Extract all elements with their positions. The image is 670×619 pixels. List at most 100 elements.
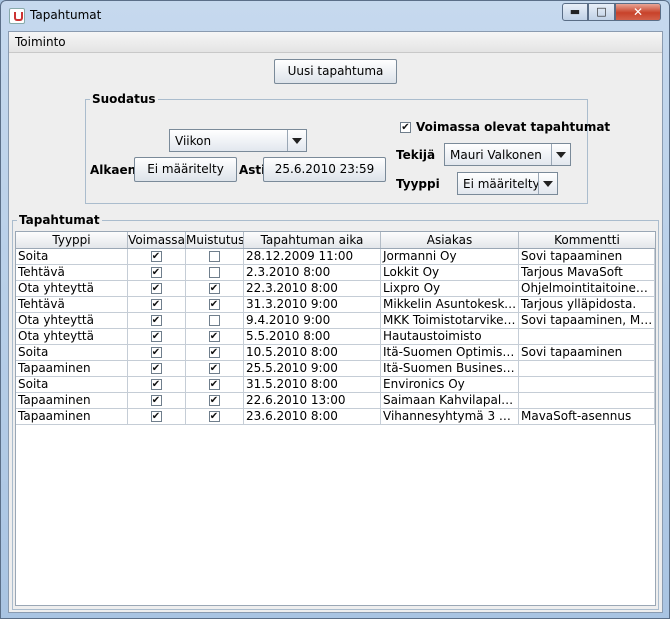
- cell-reminder[interactable]: ✔: [186, 393, 244, 409]
- cell-active[interactable]: ✔: [128, 297, 186, 313]
- reminder-checkbox[interactable]: [208, 251, 220, 262]
- table-row[interactable]: Tehtävä ✔ 2.3.2010 8:00 Lokkit Oy Tarjous Ma…: [16, 265, 655, 281]
- cell-active[interactable]: ✔: [128, 393, 186, 409]
- cell-type[interactable]: Soita: [16, 345, 128, 361]
- table-row[interactable]: Soita ✔ 28.12.2009 11:00 Jormanni Oy Sovi ta…: [16, 249, 655, 265]
- column-header-customer[interactable]: Asiakas: [381, 232, 519, 248]
- cell-customer[interactable]: Hautaustoimisto: [381, 329, 519, 345]
- cell-customer[interactable]: Mikkelin Asuntokeskus...: [381, 297, 519, 313]
- cell-customer[interactable]: Jormanni Oy: [381, 249, 519, 265]
- cell-time[interactable]: 22.3.2010 8:00: [244, 281, 381, 297]
- cell-type[interactable]: Tehtävä: [16, 297, 128, 313]
- close-button[interactable]: ✕: [615, 3, 661, 21]
- column-header-type[interactable]: Tyyppi: [16, 232, 128, 248]
- cell-reminder[interactable]: [186, 249, 244, 265]
- cell-time[interactable]: 25.5.2010 9:00: [244, 361, 381, 377]
- cell-active[interactable]: ✔: [128, 265, 186, 281]
- cell-type[interactable]: Ota yhteyttä: [16, 281, 128, 297]
- table-row[interactable]: Soita ✔ ✔ 10.5.2010 8:00 Itä-Suomen Optimisä…: [16, 345, 655, 361]
- cell-comment[interactable]: Tarjous ylläpidosta.: [519, 297, 655, 313]
- cell-time[interactable]: 22.6.2010 13:00: [244, 393, 381, 409]
- events-table[interactable]: Tyyppi Voimassa Muistutus Tapahtuman aik…: [15, 231, 656, 606]
- cell-active[interactable]: ✔: [128, 377, 186, 393]
- cell-time[interactable]: 2.3.2010 8:00: [244, 265, 381, 281]
- cell-time[interactable]: 10.5.2010 8:00: [244, 345, 381, 361]
- active-checkbox[interactable]: ✔: [150, 411, 162, 422]
- column-header-reminder[interactable]: Muistutus: [186, 232, 244, 248]
- cell-active[interactable]: ✔: [128, 409, 186, 425]
- to-date-button[interactable]: 25.6.2010 23:59: [263, 157, 386, 182]
- cell-reminder[interactable]: ✔: [186, 329, 244, 345]
- cell-time[interactable]: 9.4.2010 9:00: [244, 313, 381, 329]
- cell-comment[interactable]: MavaSoft-asennus: [519, 409, 655, 425]
- reminder-checkbox[interactable]: ✔: [208, 299, 220, 310]
- reminder-checkbox[interactable]: ✔: [208, 347, 220, 358]
- active-checkbox[interactable]: ✔: [150, 283, 162, 294]
- cell-comment[interactable]: Sovi tapaaminen, Mav...: [519, 313, 655, 329]
- chevron-down-icon[interactable]: [551, 144, 570, 165]
- title-bar[interactable]: Tapahtumat ▬ □ ✕: [1, 1, 669, 29]
- table-row[interactable]: Ota yhteyttä ✔ 9.4.2010 9:00 MKK Toimistota…: [16, 313, 655, 329]
- menu-toiminto[interactable]: Toiminto: [15, 35, 66, 49]
- cell-reminder[interactable]: ✔: [186, 281, 244, 297]
- reminder-checkbox[interactable]: ✔: [208, 283, 220, 294]
- cell-time[interactable]: 31.5.2010 8:00: [244, 377, 381, 393]
- cell-comment[interactable]: Tarjous MavaSoft: [519, 265, 655, 281]
- reminder-checkbox[interactable]: ✔: [208, 379, 220, 390]
- cell-type[interactable]: Tapaaminen: [16, 393, 128, 409]
- cell-customer[interactable]: Itä-Suomen Optimisää...: [381, 345, 519, 361]
- cell-comment[interactable]: Sovi tapaaminen: [519, 249, 655, 265]
- reminder-checkbox[interactable]: ✔: [208, 411, 220, 422]
- active-checkbox[interactable]: ✔: [150, 315, 162, 326]
- cell-active[interactable]: ✔: [128, 249, 186, 265]
- cell-active[interactable]: ✔: [128, 361, 186, 377]
- cell-type[interactable]: Tapaaminen: [16, 409, 128, 425]
- active-checkbox[interactable]: ✔: [150, 299, 162, 310]
- cell-reminder[interactable]: ✔: [186, 361, 244, 377]
- active-checkbox[interactable]: ✔: [150, 379, 162, 390]
- cell-reminder[interactable]: ✔: [186, 377, 244, 393]
- cell-type[interactable]: Soita: [16, 249, 128, 265]
- table-row[interactable]: Tapaaminen ✔ ✔ 22.6.2010 13:00 Saimaan Kahvi…: [16, 393, 655, 409]
- cell-reminder[interactable]: ✔: [186, 409, 244, 425]
- column-header-active[interactable]: Voimassa: [128, 232, 186, 248]
- new-event-button[interactable]: Uusi tapahtuma: [274, 59, 397, 84]
- cell-comment[interactable]: [519, 393, 655, 409]
- cell-type[interactable]: Tapaaminen: [16, 361, 128, 377]
- table-row[interactable]: Soita ✔ ✔ 31.5.2010 8:00 Environics Oy: [16, 377, 655, 393]
- doer-combo[interactable]: Mauri Valkonen: [444, 143, 571, 166]
- cell-customer[interactable]: Lokkit Oy: [381, 265, 519, 281]
- reminder-checkbox[interactable]: ✔: [208, 331, 220, 342]
- reminder-checkbox[interactable]: [208, 315, 220, 326]
- cell-reminder[interactable]: [186, 313, 244, 329]
- cell-reminder[interactable]: ✔: [186, 345, 244, 361]
- from-date-button[interactable]: Ei määritelty: [134, 157, 237, 182]
- table-row[interactable]: Ota yhteyttä ✔ ✔ 5.5.2010 8:00 Hautaustoimis…: [16, 329, 655, 345]
- cell-time[interactable]: 5.5.2010 8:00: [244, 329, 381, 345]
- cell-customer[interactable]: Vihannesyhtymä 3 T Oy: [381, 409, 519, 425]
- cell-active[interactable]: ✔: [128, 345, 186, 361]
- cell-customer[interactable]: Environics Oy: [381, 377, 519, 393]
- cell-type[interactable]: Ota yhteyttä: [16, 313, 128, 329]
- column-header-comment[interactable]: Kommentti: [519, 232, 655, 248]
- table-row[interactable]: Tapaaminen ✔ ✔ 23.6.2010 8:00 Vihannesyhtymä…: [16, 409, 655, 425]
- maximize-button[interactable]: □: [588, 3, 615, 21]
- cell-reminder[interactable]: ✔: [186, 297, 244, 313]
- cell-time[interactable]: 23.6.2010 8:00: [244, 409, 381, 425]
- active-checkbox[interactable]: ✔: [150, 395, 162, 406]
- active-checkbox[interactable]: ✔: [150, 363, 162, 374]
- active-checkbox[interactable]: ✔: [150, 331, 162, 342]
- cell-comment[interactable]: [519, 329, 655, 345]
- table-row[interactable]: Ota yhteyttä ✔ ✔ 22.3.2010 8:00 Lixpro Oy Ohj…: [16, 281, 655, 297]
- cell-comment[interactable]: Ohjelmointitaitoinen k...: [519, 281, 655, 297]
- cell-customer[interactable]: MKK Toimistotarvike Oy: [381, 313, 519, 329]
- active-events-checkbox[interactable]: ✔: [400, 122, 411, 133]
- reminder-checkbox[interactable]: ✔: [208, 363, 220, 374]
- column-header-time[interactable]: Tapahtuman aika: [244, 232, 381, 248]
- cell-comment[interactable]: Sovi tapaaminen: [519, 345, 655, 361]
- cell-type[interactable]: Soita: [16, 377, 128, 393]
- chevron-down-icon[interactable]: [538, 173, 557, 194]
- chevron-down-icon[interactable]: [287, 130, 306, 151]
- cell-time[interactable]: 31.3.2010 9:00: [244, 297, 381, 313]
- cell-type[interactable]: Ota yhteyttä: [16, 329, 128, 345]
